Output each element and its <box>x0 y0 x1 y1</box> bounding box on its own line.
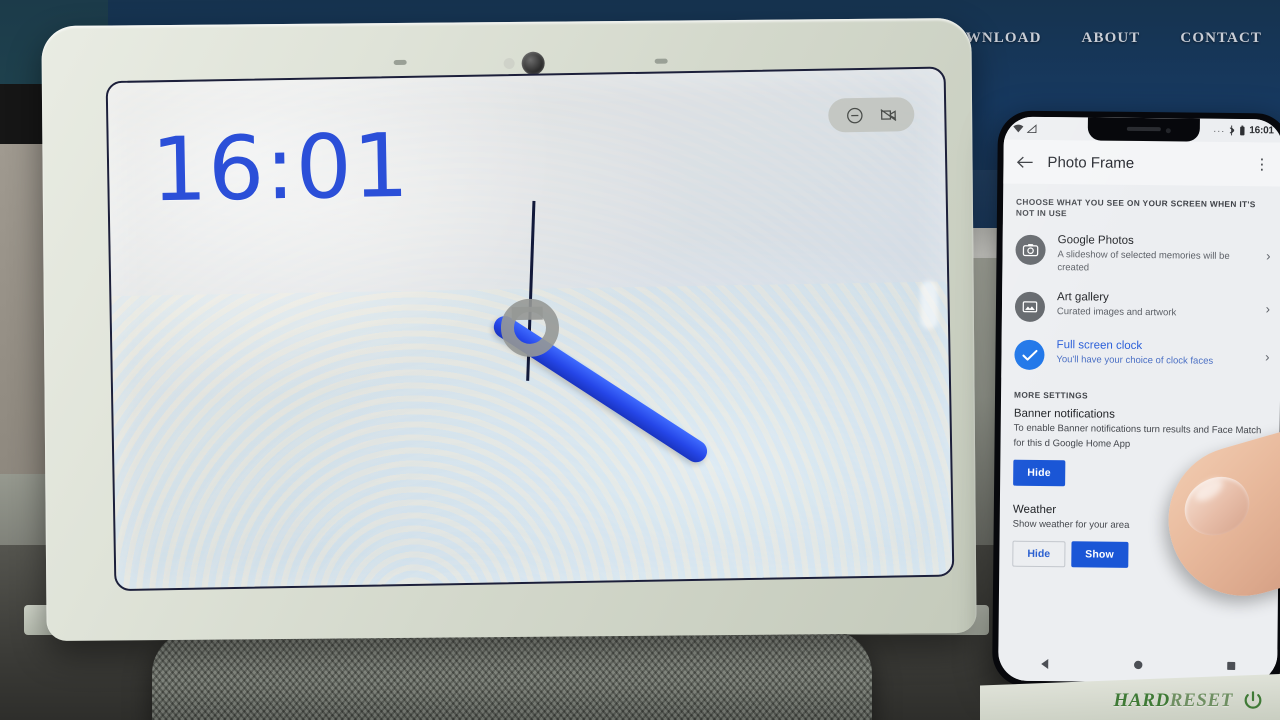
option-title: Full screen clock <box>1056 339 1143 353</box>
weather-hide-button[interactable]: Hide <box>1012 540 1066 568</box>
hub-digital-clock: 16:01 <box>150 113 411 222</box>
option-google-photos[interactable]: Google Photos A slideshow of selected me… <box>1002 225 1280 285</box>
signal-icon <box>1026 123 1037 133</box>
nest-hub-sensor-icon <box>503 57 515 70</box>
option-subtitle: You'll have your choice of clock faces <box>1056 353 1214 367</box>
option-text-block: Art gallery Curated images and artwork <box>1057 290 1250 320</box>
google-g-bar <box>511 306 543 321</box>
option-full-screen-clock[interactable]: Full screen clock You'll have your choic… <box>1001 330 1280 381</box>
screen-reflection <box>920 280 939 329</box>
front-camera-icon <box>1165 128 1171 134</box>
hardreset-watermark: HARDRESET <box>1114 690 1264 712</box>
nav-link-about[interactable]: ABOUT <box>1082 30 1141 47</box>
nest-hub-screen[interactable]: 16:01 <box>105 66 955 592</box>
option-subtitle: A slideshow of selected memories will be… <box>1057 248 1230 274</box>
phone-app-bar: Photo Frame ⋮ <box>1003 139 1280 187</box>
image-icon <box>1014 292 1046 323</box>
do-not-disturb-icon[interactable] <box>845 105 864 124</box>
back-arrow-icon[interactable] <box>1016 154 1033 169</box>
nest-hub-mic-right-icon <box>654 58 668 64</box>
setting-title: Banner notifications <box>1013 408 1115 422</box>
page-title: Photo Frame <box>1047 153 1135 172</box>
android-phone-device: ··· 16:01 Photo Frame ⋮ CHOOSE WHAT YOU … <box>991 110 1280 690</box>
nav-link-contact[interactable]: CONTACT <box>1180 30 1262 47</box>
banner-hide-button[interactable]: Hide <box>1013 459 1065 487</box>
earpiece-speaker-icon <box>1126 126 1161 132</box>
status-bar-left <box>1013 123 1038 133</box>
overflow-menu-icon[interactable]: ⋮ <box>1254 155 1269 173</box>
camera-off-icon[interactable] <box>879 105 898 124</box>
more-dots-icon: ··· <box>1213 125 1226 136</box>
bluetooth-icon <box>1230 125 1235 136</box>
option-title: Google Photos <box>1057 234 1134 248</box>
power-icon <box>1244 691 1262 709</box>
screenshot-stage: ARTICLES DOWNLOAD ABOUT CONTACT w 16:01 <box>0 0 1280 720</box>
wifi-icon <box>1013 124 1024 132</box>
nest-hub-speaker-base <box>152 630 872 720</box>
app-bar-spacer <box>1148 163 1240 164</box>
phone-screen[interactable]: ··· 16:01 Photo Frame ⋮ CHOOSE WHAT YOU … <box>998 116 1280 684</box>
section-header: CHOOSE WHAT YOU SEE ON YOUR SCREEN WHEN … <box>1015 196 1256 219</box>
more-settings-header: MORE SETTINGS <box>1013 390 1088 401</box>
option-art-gallery[interactable]: Art gallery Curated images and artwork › <box>1002 282 1280 333</box>
watermark-text-light: RESET <box>1169 690 1233 711</box>
home-circle-icon[interactable] <box>1132 659 1144 671</box>
watermark-text: HARDRESET <box>1114 690 1233 712</box>
option-text-block: Google Photos A slideshow of selected me… <box>1057 233 1250 276</box>
photo-frame-options-list: Google Photos A slideshow of selected me… <box>1001 224 1280 381</box>
option-text-block: Full screen clock You'll have your choic… <box>1056 338 1249 368</box>
weather-show-button[interactable]: Show <box>1071 541 1129 568</box>
option-title: Art gallery <box>1057 291 1109 305</box>
status-bar-time: 16:01 <box>1249 125 1274 137</box>
chevron-right-icon[interactable]: › <box>1262 249 1271 264</box>
nest-hub-body: 16:01 <box>41 17 977 642</box>
hub-status-pill[interactable] <box>828 97 915 133</box>
camera-icon <box>1015 235 1046 266</box>
watermark-text-bold: HARD <box>1113 690 1170 711</box>
nest-hub-camera-icon <box>521 51 545 75</box>
battery-icon <box>1240 125 1245 136</box>
chevron-right-icon[interactable]: › <box>1261 349 1270 364</box>
recents-square-icon[interactable] <box>1225 660 1237 672</box>
nest-hub-mic-left-icon <box>393 59 407 65</box>
chevron-right-icon[interactable]: › <box>1262 301 1271 316</box>
nest-hub-device: 16:01 <box>24 10 989 720</box>
option-subtitle: Curated images and artwork <box>1056 305 1177 319</box>
phone-notch <box>1087 117 1200 142</box>
back-triangle-icon[interactable] <box>1039 658 1051 670</box>
status-bar-right: ··· 16:01 <box>1213 125 1274 137</box>
check-icon <box>1014 340 1045 371</box>
